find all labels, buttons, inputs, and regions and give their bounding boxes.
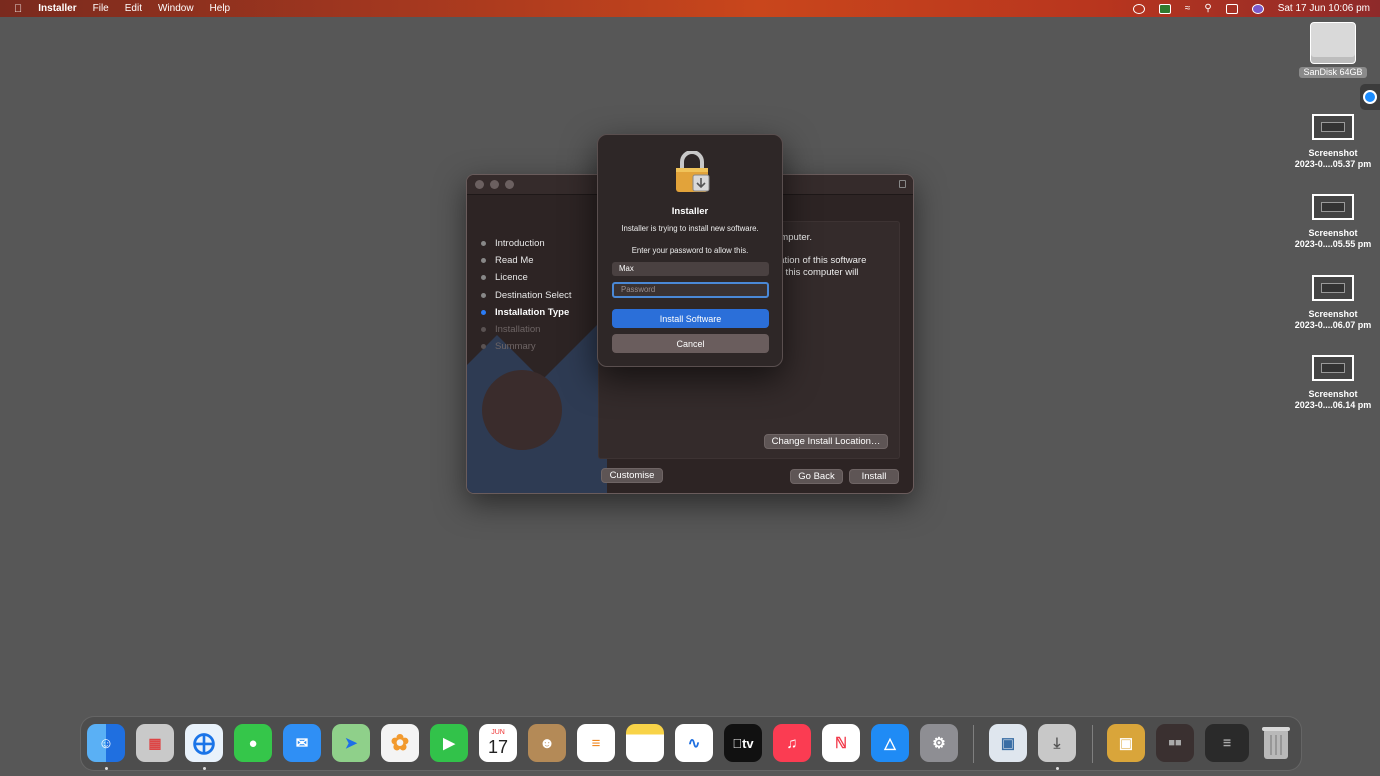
freeform-icon[interactable]: ∿ [675,724,713,762]
siri-icon[interactable] [1251,3,1264,14]
screenshot-name: Screenshot [1308,148,1358,158]
safari-icon[interactable]: ⨁ [185,724,223,762]
dialog-prompt: Enter your password to allow this. [631,246,749,255]
customise-button[interactable]: Customise [601,468,663,483]
teamviewer-icon [1363,90,1377,104]
screenshots-folder-icon[interactable]: ■■ [1156,724,1194,762]
change-install-location-button[interactable]: Change Install Location… [764,434,888,449]
app-store-icon[interactable]: △ [871,724,909,762]
menu-file[interactable]: File [93,3,109,14]
news-icon[interactable]: ℕ [822,724,860,762]
screenshot-date: 2023-0....05.37 pm [1294,159,1372,169]
padlock-icon [676,151,710,192]
notes-icon[interactable] [626,724,664,762]
installer-description: omputer. llation of this software of thi… [775,232,867,278]
dock: ☺ ▦ ⨁ ● ✉ ➤ ✿ ▶ JUN 17 ☻ ≡ ∿ tv ♫ ℕ △ ⚙… [80,716,1302,771]
contacts-icon[interactable]: ☻ [528,724,566,762]
menu-bar:  Installer File Edit Window Help ≈ ⚲ Sa… [0,0,1380,17]
package-icon[interactable]: ▣ [1107,724,1145,762]
desktop-screenshot-2[interactable]: Screenshot 2023-0....05.55 pm [1288,194,1378,250]
screenshot-date: 2023-0....06.14 pm [1294,400,1372,410]
step-licence: Licence [481,269,572,286]
drive-icon [1310,22,1356,64]
preview-icon[interactable]: ▣ [989,724,1027,762]
step-installation: Installation [481,321,572,338]
install-software-button[interactable]: Install Software [612,309,769,328]
step-destination-select: Destination Select [481,287,572,304]
messages-icon[interactable]: ● [234,724,272,762]
menu-app-name[interactable]: Installer [38,3,76,14]
password-field[interactable]: Password [612,282,769,298]
app-status-icon[interactable] [1158,3,1171,14]
screenshot-thumbnail-icon [1312,194,1354,220]
mail-icon[interactable]: ✉ [283,724,321,762]
desktop-screenshot-3[interactable]: Screenshot 2023-0....06.07 pm [1288,275,1378,331]
running-indicator [203,767,206,770]
screenshot-thumbnail-icon [1312,114,1354,140]
wifi-icon[interactable]: ≈ [1185,3,1191,14]
control-center-icon[interactable] [1225,3,1238,14]
reminders-icon[interactable]: ≡ [577,724,615,762]
close-window-button[interactable] [475,180,484,189]
installer-steps: Introduction Read Me Licence Destination… [481,235,572,355]
screenshot-thumbnail-icon [1312,275,1354,301]
teamviewer-tab[interactable] [1360,84,1380,110]
running-indicator [105,767,108,770]
dock-separator [973,725,974,763]
window-lock-icon [899,180,906,188]
dialog-subtitle: Installer is trying to install new softw… [621,224,759,233]
teamviewer-status-icon[interactable] [1132,3,1145,14]
screenshot-name: Screenshot [1308,309,1358,319]
launchpad-icon[interactable]: ▦ [136,724,174,762]
dialog-title: Installer [671,206,709,217]
trash-icon[interactable] [1257,724,1295,762]
apple-menu-icon[interactable]:  [14,3,22,15]
step-read-me: Read Me [481,252,572,269]
step-introduction: Introduction [481,235,572,252]
screenshot-name: Screenshot [1308,389,1358,399]
documents-stack-icon[interactable]: ☰ [1205,724,1249,762]
auth-dialog: Installer Installer is trying to install… [597,134,783,367]
cancel-button[interactable]: Cancel [612,334,769,353]
music-icon[interactable]: ♫ [773,724,811,762]
tv-icon[interactable]: tv [724,724,762,762]
username-field[interactable]: Max [612,262,769,276]
maps-icon[interactable]: ➤ [332,724,370,762]
screenshot-date: 2023-0....06.07 pm [1294,320,1372,330]
screenshot-date: 2023-0....05.55 pm [1294,239,1372,249]
dock-separator [1092,725,1093,763]
system-settings-icon[interactable]: ⚙ [920,724,958,762]
menu-edit[interactable]: Edit [125,3,142,14]
screenshot-name: Screenshot [1308,228,1358,238]
menu-clock[interactable]: Sat 17 Jun 10:06 pm [1278,3,1370,14]
spotlight-search-icon[interactable]: ⚲ [1204,3,1211,14]
go-back-button[interactable]: Go Back [790,469,843,484]
desktop-drive-sandisk[interactable]: SanDisk 64GB [1288,22,1378,78]
zoom-window-button[interactable] [505,180,514,189]
calendar-icon[interactable]: JUN 17 [479,724,517,762]
step-installation-type: Installation Type [481,304,572,321]
desktop-screenshot-1[interactable]: Screenshot 2023-0....05.37 pm [1288,114,1378,170]
drive-label: SanDisk 64GB [1299,67,1367,78]
photos-icon[interactable]: ✿ [381,724,419,762]
step-summary: Summary [481,338,572,355]
finder-icon[interactable]: ☺ [87,724,125,762]
screenshot-thumbnail-icon [1312,355,1354,381]
menu-help[interactable]: Help [210,3,231,14]
running-indicator [1056,767,1059,770]
minimize-window-button[interactable] [490,180,499,189]
desktop-screenshot-4[interactable]: Screenshot 2023-0....06.14 pm [1288,355,1378,411]
facetime-icon[interactable]: ▶ [430,724,468,762]
installer-icon[interactable]: ⤓ [1038,724,1076,762]
menu-window[interactable]: Window [158,3,194,14]
install-button[interactable]: Install [849,469,899,484]
